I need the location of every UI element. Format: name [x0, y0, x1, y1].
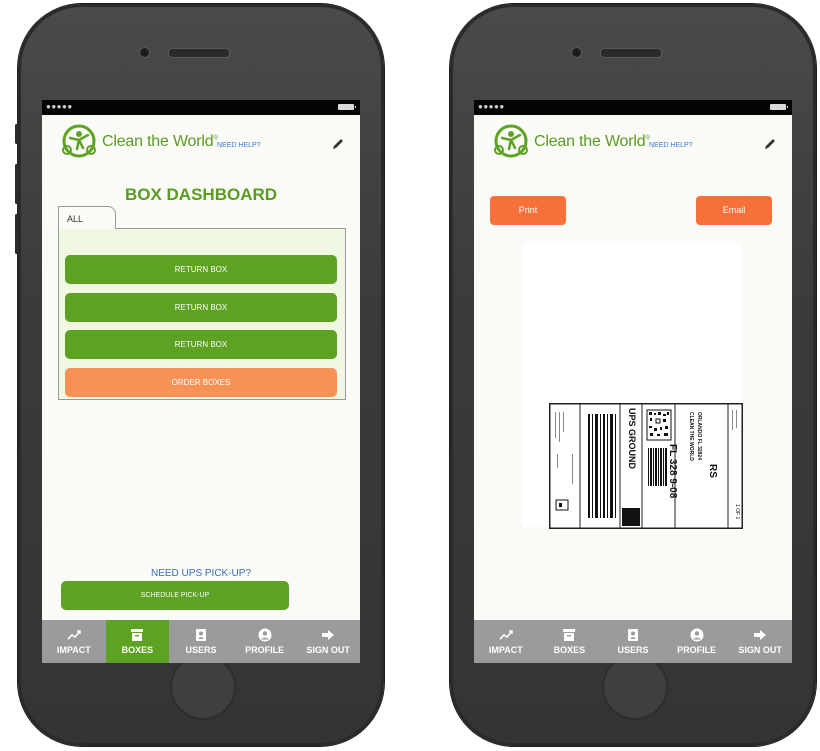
battery-icon [770, 104, 788, 110]
return-box-button[interactable]: RETURN BOX [65, 255, 337, 284]
need-help-link[interactable]: NEED HELP? [649, 142, 693, 149]
tab-all[interactable]: ALL [58, 206, 116, 229]
sign-out-icon [754, 630, 767, 640]
need-help-link[interactable]: NEED HELP? [217, 142, 261, 149]
app-header: Clean the World® NEED HELP? [42, 115, 360, 165]
volume-up-button [15, 164, 18, 204]
contact-icon [195, 629, 206, 641]
home-button[interactable] [602, 654, 668, 720]
nav-sign-out[interactable]: SIGN OUT [296, 620, 360, 663]
volume-down-button [15, 214, 18, 254]
archive-icon [563, 629, 576, 641]
email-button[interactable]: Email [696, 196, 772, 225]
brand-name: Clean the World® [534, 133, 650, 150]
label-zip-route: FL 328 9-08 [667, 444, 678, 499]
page-title: BOX DASHBOARD [124, 185, 278, 204]
label-to-line2: ORLANDO FL 32824 [696, 412, 702, 460]
nav-sign-out-label: SIGN OUT [306, 645, 350, 655]
signal-icon: ●●●●● [478, 102, 505, 111]
nav-impact-label: IMPACT [56, 645, 91, 655]
nav-boxes-label: BOXES [553, 645, 586, 655]
nav-users-label: USERS [617, 645, 649, 655]
print-button[interactable]: Print [490, 196, 566, 225]
app-screen-right: ●●●●● Clean the World® NEED HELP? Print … [474, 100, 792, 663]
nav-profile-label: PROFILE [677, 645, 717, 655]
nav-impact-label: IMPACT [488, 645, 523, 655]
earpiece-speaker [168, 48, 230, 58]
front-camera [139, 47, 150, 58]
phone-frame-left: ●●●●● Clean the World® NEED HELP? BOX DA… [15, 4, 384, 746]
nav-profile-label: PROFILE [245, 645, 285, 655]
nav-users[interactable]: USERS [169, 620, 233, 663]
archive-icon [131, 629, 144, 641]
battery-icon [338, 104, 356, 110]
status-bar: ●●●●● [474, 100, 792, 115]
mute-switch [15, 124, 18, 144]
shipping-label-preview: UPS GROUND FL 328 9-08 CLEAN THE WORLD O… [521, 243, 743, 529]
bottom-tab-bar: IMPACT BOXES USERS PROFILE SIGN OUT [42, 620, 360, 663]
schedule-pickup-button[interactable]: SCHEDULE PICK-UP [61, 581, 289, 610]
home-button[interactable] [170, 654, 236, 720]
nav-sign-out[interactable]: SIGN OUT [728, 620, 792, 663]
nav-impact[interactable]: IMPACT [42, 620, 106, 663]
nav-profile[interactable]: PROFILE [233, 620, 297, 663]
user-circle-icon [690, 628, 704, 642]
clean-the-world-logo [494, 124, 528, 158]
nav-boxes[interactable]: BOXES [538, 620, 602, 663]
nav-boxes[interactable]: BOXES [105, 620, 170, 663]
return-box-button[interactable]: RETURN BOX [65, 293, 337, 322]
sign-out-icon [322, 630, 335, 640]
nav-users-label: USERS [185, 645, 217, 655]
contact-icon [627, 629, 638, 641]
tab-all-label: ALL [67, 214, 84, 224]
label-to-line1: CLEAN THE WORLD [688, 412, 694, 461]
app-header: Clean the World® NEED HELP? [474, 115, 792, 165]
trend-icon [499, 630, 513, 640]
pencil-icon[interactable] [763, 137, 777, 151]
status-bar: ●●●●● [42, 100, 360, 115]
ups-pickup-prompt: NEED UPS PICK-UP? [150, 568, 252, 579]
nav-impact[interactable]: IMPACT [474, 620, 538, 663]
phone-frame-right: ●●●●● Clean the World® NEED HELP? Print … [450, 4, 816, 746]
app-screen-left: ●●●●● Clean the World® NEED HELP? BOX DA… [42, 100, 360, 663]
brand-name: Clean the World® [102, 133, 218, 150]
nav-sign-out-label: SIGN OUT [738, 645, 782, 655]
label-rs: RS [707, 464, 718, 478]
bottom-tab-bar: IMPACT BOXES USERS PROFILE SIGN OUT [474, 620, 792, 663]
label-weight: 1 OF 1 [734, 504, 740, 520]
pencil-icon[interactable] [331, 137, 345, 151]
trend-icon [67, 630, 81, 640]
nav-users[interactable]: USERS [601, 620, 665, 663]
label-service: UPS GROUND [627, 408, 637, 470]
earpiece-speaker [600, 48, 662, 58]
order-boxes-button[interactable]: ORDER BOXES [65, 368, 337, 397]
user-circle-icon [258, 628, 272, 642]
front-camera [571, 47, 582, 58]
return-box-button[interactable]: RETURN BOX [65, 330, 337, 359]
nav-boxes-label: BOXES [121, 645, 154, 655]
box-list-panel: RETURN BOX RETURN BOX RETURN BOX ORDER B… [58, 228, 346, 400]
clean-the-world-logo [62, 124, 96, 158]
signal-icon: ●●●●● [46, 102, 73, 111]
nav-profile[interactable]: PROFILE [665, 620, 729, 663]
ups-shipping-label: UPS GROUND FL 328 9-08 CLEAN THE WORLD O… [549, 403, 743, 529]
